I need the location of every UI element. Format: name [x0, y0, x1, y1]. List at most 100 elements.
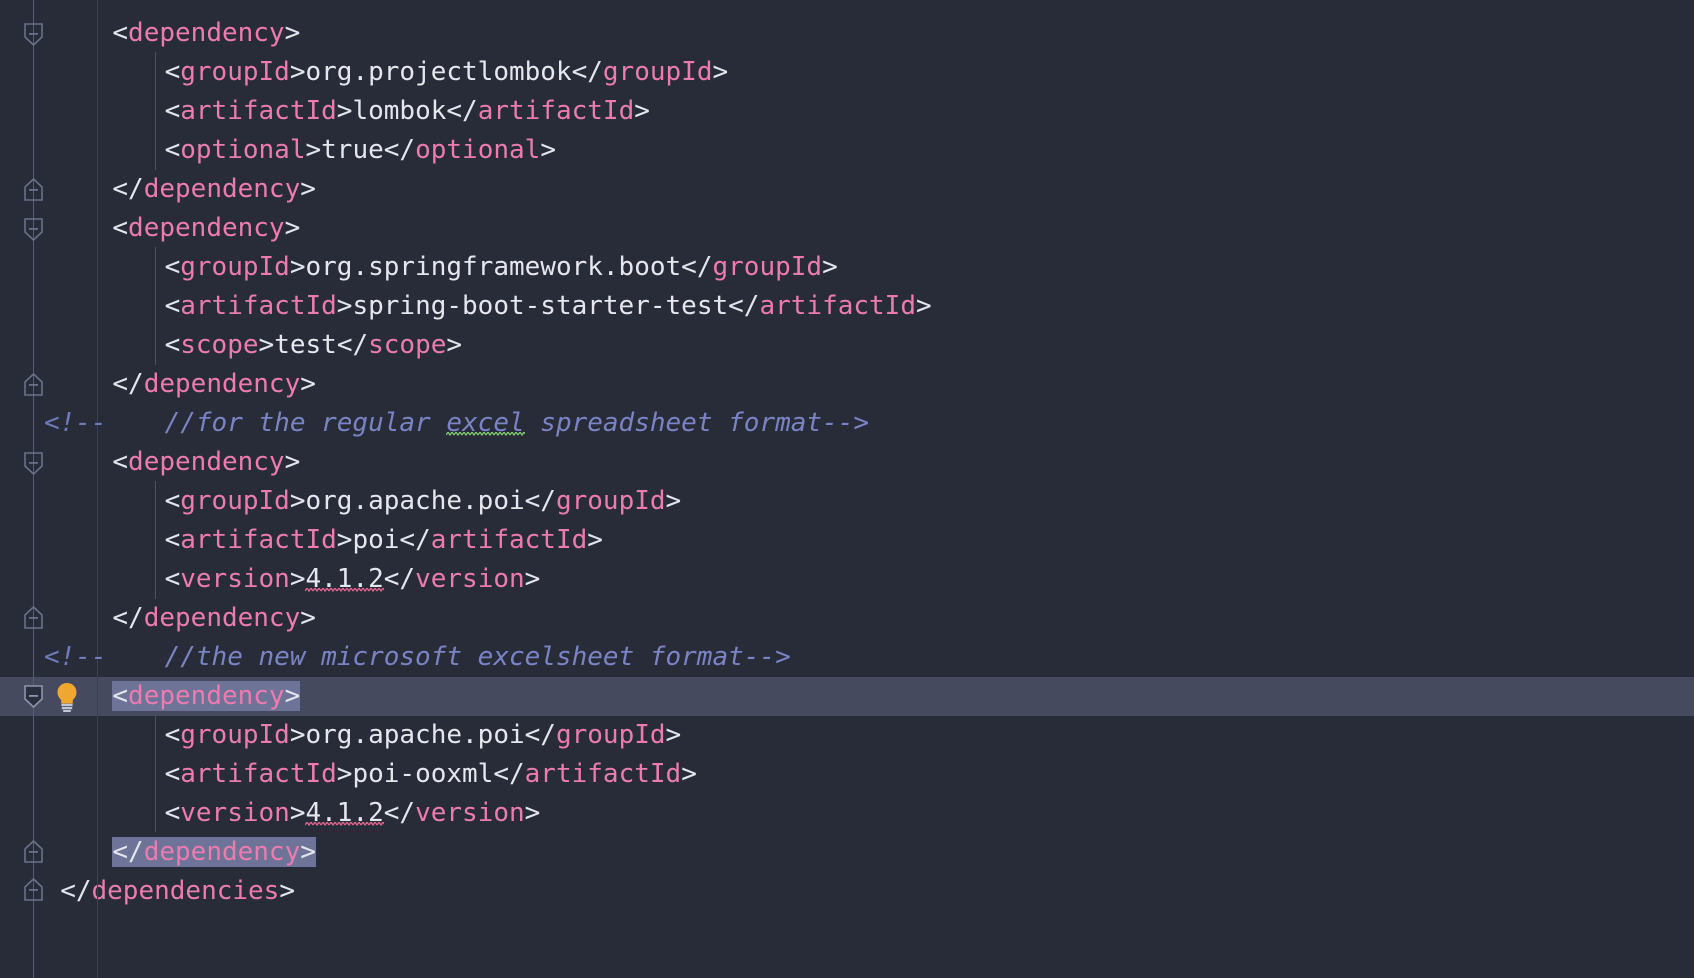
code-token: //the new microsoft excelsheet format-->	[164, 642, 791, 672]
code-line[interactable]: </dependency>	[0, 833, 1694, 872]
code-line[interactable]: <dependency>	[0, 677, 1694, 716]
code-line[interactable]: <optional>true</optional>	[0, 131, 1694, 170]
code-line[interactable]: //for the regular excel spreadsheet form…	[0, 404, 1694, 443]
code-token: <	[164, 720, 181, 750]
code-token: artifactId	[430, 525, 588, 555]
code-line[interactable]: //the new microsoft excelsheet format-->	[0, 638, 1694, 677]
code-token: </	[112, 174, 144, 204]
code-token: org.apache.poi	[305, 486, 525, 516]
code-line[interactable]: <artifactId>poi-ooxml</artifactId>	[0, 755, 1694, 794]
fold-marker[interactable]	[19, 449, 48, 477]
code-line-text: </dependency>	[112, 170, 316, 209]
code-token: >	[289, 486, 306, 516]
fold-marker[interactable]	[19, 604, 48, 632]
code-line[interactable]: <version>4.1.2</version>	[0, 560, 1694, 599]
code-token: artifactId	[524, 759, 682, 789]
code-token: </	[112, 369, 144, 399]
code-line[interactable]: <version>4.1.2</version>	[0, 794, 1694, 833]
code-line[interactable]: <groupId>org.projectlombok</groupId>	[0, 53, 1694, 92]
code-line[interactable]: <groupId>org.springframework.boot</group…	[0, 248, 1694, 287]
code-line-text: <optional>true</optional>	[165, 131, 556, 170]
code-token: groupId	[555, 720, 666, 750]
code-token: <	[164, 564, 181, 594]
fold-marker[interactable]	[19, 876, 48, 904]
gutter-comment-marker: <!--	[44, 408, 107, 438]
code-line-text: </dependency>	[112, 365, 316, 404]
code-token: <	[164, 525, 181, 555]
code-token: dependency	[143, 603, 301, 633]
code-line-text: <dependency>	[112, 209, 300, 248]
code-line[interactable]: <dependency>	[0, 443, 1694, 482]
code-line-text: </dependency>	[112, 599, 316, 638]
code-token: >	[336, 96, 353, 126]
code-token: <	[112, 213, 129, 243]
code-line[interactable]: <artifactId>spring-boot-starter-test</ar…	[0, 287, 1694, 326]
code-line-text: <dependency>	[112, 14, 300, 53]
code-token: >	[336, 525, 353, 555]
code-token: dependencies	[91, 876, 280, 906]
code-token: version	[180, 798, 290, 828]
fold-marker[interactable]	[19, 215, 48, 243]
code-token: artifactId	[180, 525, 337, 555]
code-token: org.springframework.boot	[305, 252, 682, 282]
code-line[interactable]: <scope>test</scope>	[0, 326, 1694, 365]
code-line-text: </dependency>	[112, 833, 316, 872]
intention-bulb-icon[interactable]	[52, 680, 82, 712]
code-token: >	[284, 681, 301, 711]
code-token: </	[112, 837, 144, 867]
code-token: >	[665, 486, 682, 516]
code-line-text: //the new microsoft excelsheet format-->	[165, 638, 791, 677]
code-token: >	[305, 135, 322, 165]
code-token: groupId	[180, 486, 290, 516]
fold-marker[interactable]	[19, 176, 48, 204]
code-token: version	[180, 564, 290, 594]
code-token: </	[524, 486, 556, 516]
code-line-text: //for the regular excel spreadsheet form…	[165, 404, 869, 443]
code-line-text: <version>4.1.2</version>	[164, 560, 540, 599]
code-token: >	[284, 447, 301, 477]
code-token: groupId	[180, 720, 290, 750]
code-token: scope	[180, 330, 259, 360]
code-line-text: <dependency>	[112, 677, 301, 716]
code-line[interactable]: <groupId>org.apache.poi</groupId>	[0, 716, 1694, 755]
code-line-text: <artifactId>poi-ooxml</artifactId>	[165, 755, 697, 794]
code-line[interactable]: <artifactId>lombok</artifactId>	[0, 92, 1694, 131]
code-token: >	[540, 135, 556, 165]
code-token: <	[164, 330, 181, 360]
code-line[interactable]: <groupId>org.apache.poi</groupId>	[0, 482, 1694, 521]
code-token: </	[524, 720, 556, 750]
code-line-text: </dependencies>	[60, 872, 295, 911]
code-line-text: <groupId>org.apache.poi</groupId>	[165, 716, 682, 755]
code-token: <	[164, 57, 181, 87]
code-token: >	[336, 291, 353, 321]
code-token: <	[112, 681, 129, 711]
code-token: >	[279, 876, 295, 906]
code-line[interactable]: </dependencies>	[0, 872, 1694, 911]
code-token: >	[284, 213, 301, 243]
code-token: >	[634, 96, 650, 126]
fold-marker[interactable]	[19, 838, 48, 866]
fold-marker[interactable]	[19, 371, 48, 399]
code-line-text: <groupId>org.springframework.boot</group…	[165, 248, 838, 287]
code-line-text: <groupId>org.apache.poi</groupId>	[165, 482, 682, 521]
code-token: >	[300, 837, 316, 867]
code-line[interactable]: <dependency>	[0, 209, 1694, 248]
code-line-text: <artifactId>poi</artifactId>	[165, 521, 603, 560]
code-token: <	[164, 798, 181, 828]
code-editor[interactable]: <dependency> <groupId>org.projectlombok</…	[0, 0, 1694, 978]
code-token: >	[524, 798, 541, 828]
code-token: >	[300, 369, 316, 399]
code-line[interactable]: </dependency>	[0, 599, 1694, 638]
code-token: 4.1.2	[305, 798, 384, 828]
code-token: >	[289, 252, 306, 282]
code-line[interactable]: </dependency>	[0, 365, 1694, 404]
code-token: spring-boot-starter-test	[352, 291, 729, 321]
code-token: dependency	[128, 213, 285, 243]
code-token: </	[383, 798, 416, 828]
code-token: >	[289, 57, 306, 87]
fold-marker[interactable]	[19, 20, 48, 48]
fold-marker[interactable]	[19, 682, 48, 710]
code-line[interactable]: </dependency>	[0, 170, 1694, 209]
code-line[interactable]: <artifactId>poi</artifactId>	[0, 521, 1694, 560]
code-line[interactable]: <dependency>	[0, 14, 1694, 53]
